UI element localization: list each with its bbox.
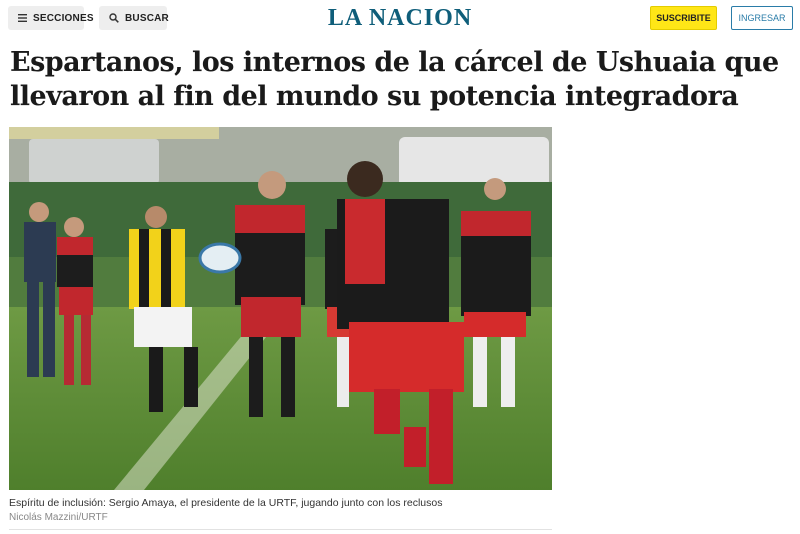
article-headline: Espartanos, los internos de la cárcel de… xyxy=(10,47,779,112)
photo-caption: Espíritu de inclusión: Sergio Amaya, el … xyxy=(9,497,443,509)
subscribe-button[interactable]: SUSCRIBITE xyxy=(650,6,717,30)
rugby-match-photo xyxy=(9,127,552,490)
caption-divider xyxy=(9,529,552,530)
login-button[interactable]: INGRESAR xyxy=(731,6,793,30)
photo-credit: Nicolás Mazzini/URTF xyxy=(9,512,108,523)
article-photo[interactable] xyxy=(9,127,552,490)
top-navigation: SECCIONES BUSCAR LA NACION SUSCRIBITE IN… xyxy=(0,0,800,40)
